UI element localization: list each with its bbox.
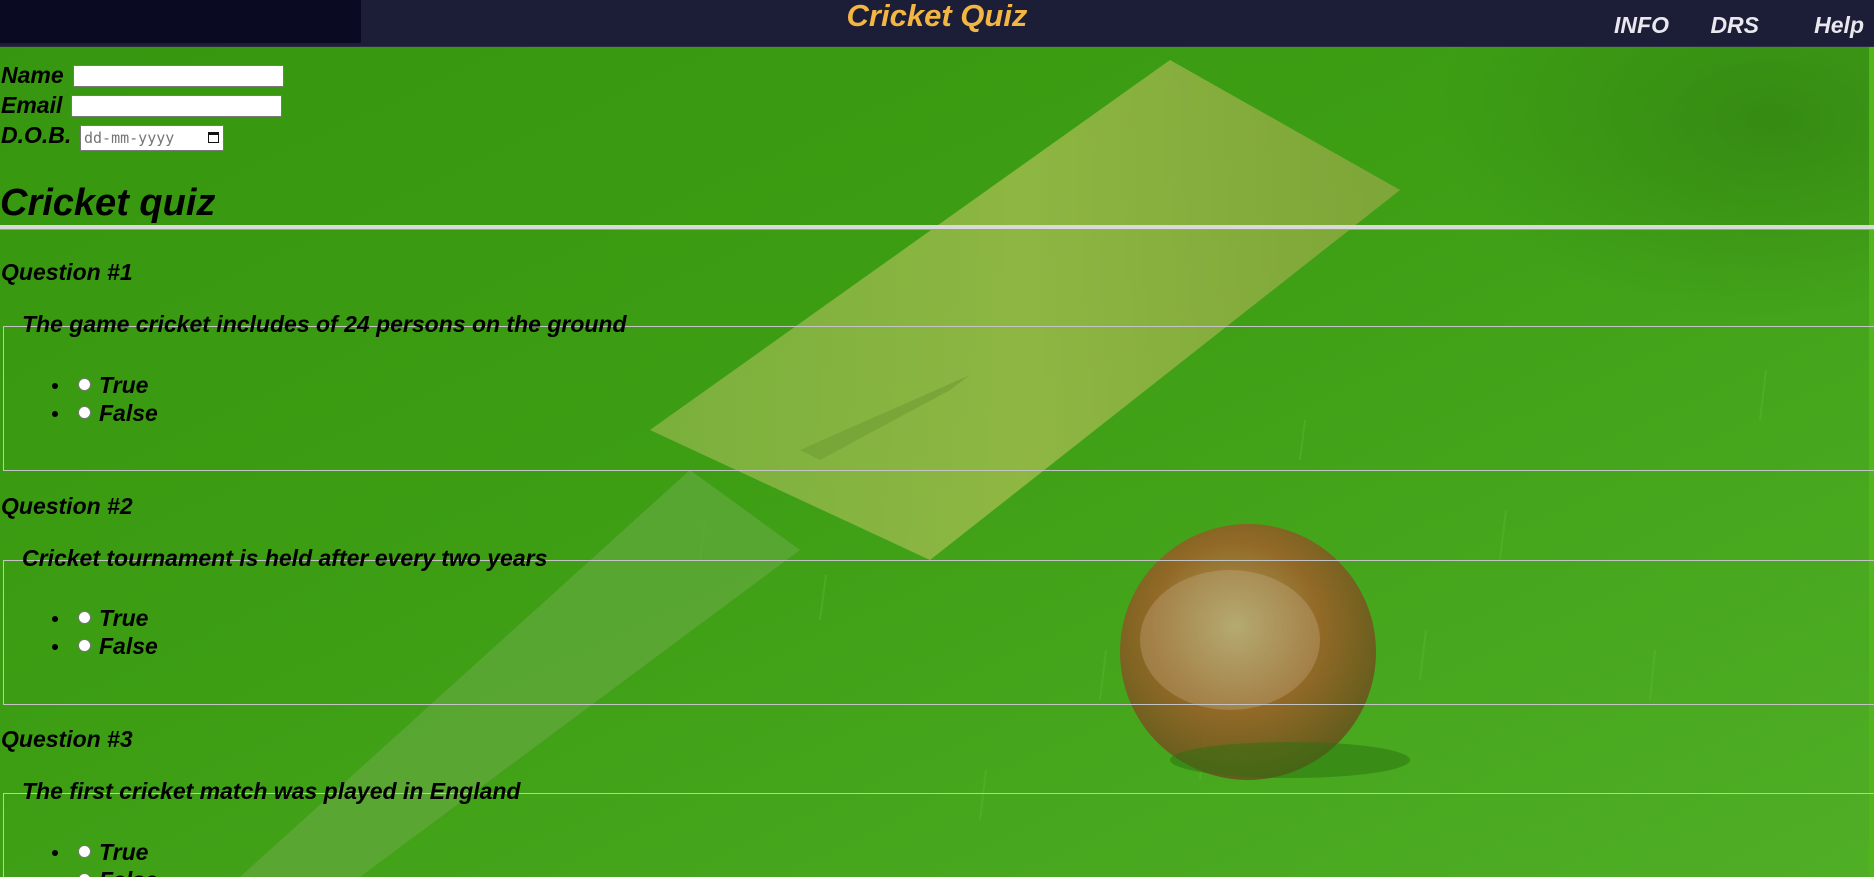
question-1-text: The game cricket includes of 24 persons … bbox=[22, 311, 627, 337]
nav-drs-link[interactable]: DRS bbox=[1710, 12, 1759, 39]
name-input[interactable] bbox=[73, 65, 284, 87]
name-label: Name bbox=[1, 62, 64, 88]
calendar-icon[interactable] bbox=[208, 132, 219, 143]
name-row: Name bbox=[1, 62, 284, 88]
list-bullet bbox=[52, 644, 58, 650]
quiz-title: Cricket quiz bbox=[0, 182, 216, 224]
question-2-label: Question #2 bbox=[1, 493, 133, 519]
option-label: True bbox=[99, 605, 149, 631]
question-1-radio-false[interactable] bbox=[78, 406, 91, 419]
option-label: False bbox=[99, 400, 158, 426]
list-bullet bbox=[52, 616, 58, 622]
option-label: True bbox=[99, 372, 149, 398]
option-label: False bbox=[99, 633, 158, 659]
email-label: Email bbox=[1, 92, 63, 118]
top-navigation-bar: Cricket Quiz INFO DRS Help bbox=[0, 0, 1874, 47]
question-2-radio-false[interactable] bbox=[78, 639, 91, 652]
dob-date-picker[interactable] bbox=[80, 125, 224, 151]
dob-label: D.O.B. bbox=[1, 122, 72, 148]
question-2-radio-true[interactable] bbox=[78, 611, 91, 624]
question-2-fieldset bbox=[3, 560, 1874, 705]
question-1-radio-true[interactable] bbox=[78, 378, 91, 391]
question-3-label: Question #3 bbox=[1, 726, 133, 752]
title-divider bbox=[0, 225, 1874, 230]
list-bullet bbox=[52, 411, 58, 417]
option-label: False bbox=[99, 867, 158, 877]
dob-row: D.O.B. bbox=[1, 122, 224, 151]
email-row: Email bbox=[1, 92, 282, 118]
question-1-fieldset bbox=[3, 326, 1874, 471]
question-3-fieldset bbox=[3, 793, 1874, 877]
nav-info-link[interactable]: INFO bbox=[1614, 12, 1669, 39]
nav-help-link[interactable]: Help bbox=[1814, 12, 1864, 39]
list-bullet bbox=[52, 383, 58, 389]
site-title: Cricket Quiz bbox=[846, 0, 1028, 33]
dob-input[interactable] bbox=[80, 125, 224, 151]
question-3-text: The first cricket match was played in En… bbox=[22, 778, 521, 804]
list-bullet bbox=[52, 850, 58, 856]
quiz-page: Cricket Quiz INFO DRS Help Name Email D.… bbox=[0, 0, 1874, 877]
email-input[interactable] bbox=[71, 95, 282, 117]
question-1-label: Question #1 bbox=[1, 259, 133, 285]
question-3-radio-true[interactable] bbox=[78, 845, 91, 858]
question-2-text: Cricket tournament is held after every t… bbox=[22, 545, 548, 571]
option-label: True bbox=[99, 839, 149, 865]
